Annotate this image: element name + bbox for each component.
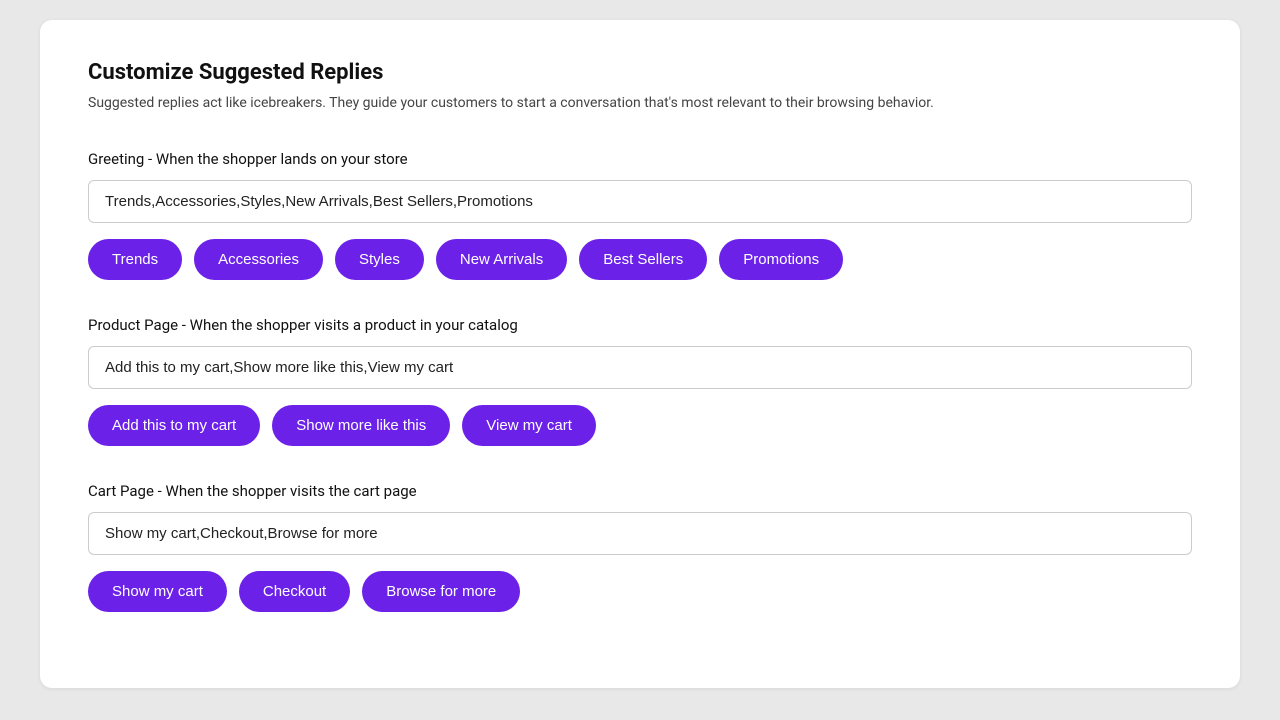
chip-greeting-3[interactable]: New Arrivals — [436, 239, 567, 280]
chip-greeting-1[interactable]: Accessories — [194, 239, 323, 280]
section-label-product-page: Product Page - When the shopper visits a… — [88, 316, 1192, 334]
section-label-greeting: Greeting - When the shopper lands on you… — [88, 150, 1192, 168]
main-card: Customize Suggested Replies Suggested re… — [40, 20, 1240, 688]
section-input-product-page[interactable] — [88, 346, 1192, 389]
chip-cart-page-2[interactable]: Browse for more — [362, 571, 520, 612]
chips-row-greeting: Trends Accessories Styles New Arrivals Best … — [88, 239, 1192, 280]
chip-greeting-0[interactable]: Trends — [88, 239, 182, 280]
chip-greeting-2[interactable]: Styles — [335, 239, 424, 280]
chip-greeting-4[interactable]: Best Sellers — [579, 239, 707, 280]
section-product-page: Product Page - When the shopper visits a… — [88, 316, 1192, 446]
chip-cart-page-1[interactable]: Checkout — [239, 571, 350, 612]
page-description: Suggested replies act like icebreakers. … — [88, 93, 1192, 114]
section-cart-page: Cart Page - When the shopper visits the … — [88, 482, 1192, 612]
section-label-cart-page: Cart Page - When the shopper visits the … — [88, 482, 1192, 500]
page-title: Customize Suggested Replies — [88, 60, 1192, 85]
chip-product-page-1[interactable]: Show more like this — [272, 405, 450, 446]
chips-row-product-page: Add this to my cart Show more like this Vi… — [88, 405, 1192, 446]
chip-product-page-0[interactable]: Add this to my cart — [88, 405, 260, 446]
section-input-cart-page[interactable] — [88, 512, 1192, 555]
section-greeting: Greeting - When the shopper lands on you… — [88, 150, 1192, 280]
chip-product-page-2[interactable]: View my cart — [462, 405, 596, 446]
section-input-greeting[interactable] — [88, 180, 1192, 223]
chips-row-cart-page: Show my cart Checkout Browse for more — [88, 571, 1192, 612]
chip-cart-page-0[interactable]: Show my cart — [88, 571, 227, 612]
chip-greeting-5[interactable]: Promotions — [719, 239, 843, 280]
